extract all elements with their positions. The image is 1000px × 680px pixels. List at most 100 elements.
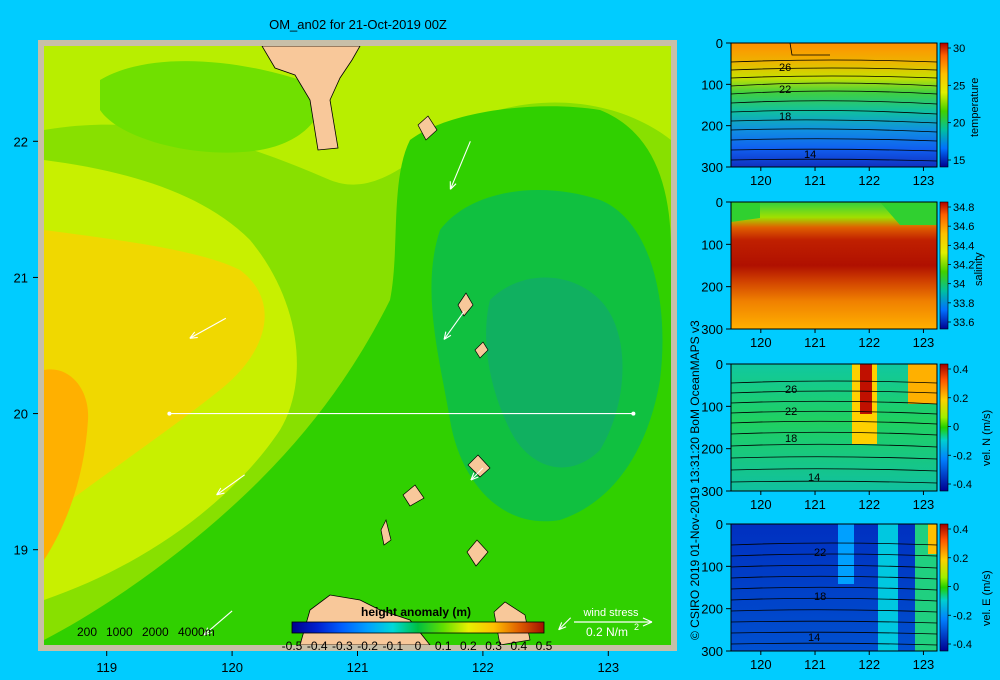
section-x-tick-label: 123 [913,497,935,512]
velocity-north-colorbar-label: vel. N (m/s) [981,410,993,466]
section-x-tick-label: 120 [750,657,772,672]
velocity-north-contour-label: 14 [808,472,820,484]
section-x-tick-label: 120 [750,497,772,512]
map-y-tick-label: 22 [14,134,28,149]
colorbar-tick-label: 0 [953,582,959,594]
section-x-tick-label: 120 [750,335,772,350]
section-x-tick-label: 122 [858,335,880,350]
section-y-tick-label: 100 [701,559,723,574]
section-y-tick-label: 0 [716,357,723,372]
salinity-colorbar-label: salinity [973,252,985,286]
figure: OM_an02 for 21-Oct-2019 00Z 119 120 121 … [14,17,993,675]
colorbar-tick-label: 15 [953,155,965,167]
section-y-tick-label: 200 [701,442,723,457]
velocity-east-colorbar-label: vel. E (m/s) [981,570,993,626]
colorbar-tick-label: 33.8 [953,298,974,310]
colorbar-tick-label: 0.4 [953,524,968,536]
sla-colorbar-tick-label: -0.5 [282,639,303,653]
section-x-tick-label: 121 [804,173,826,188]
section-y-tick-label: 0 [716,195,723,210]
depth-legend-1000: 1000 [106,625,133,639]
map-x-axis: 119 120 121 122 123 [96,651,619,675]
colorbar-tick-label: 0.2 [953,553,968,565]
section-x-tick-label: 121 [804,335,826,350]
velocity-north-field [731,364,937,491]
velocity-north-contour-label: 26 [785,384,797,396]
colorbar-tick-label: 0.2 [953,393,968,405]
section-y-tick-label: 200 [701,280,723,295]
chart-title: OM_an02 for 21-Oct-2019 00Z [269,17,447,32]
section-y-tick-label: 300 [701,644,723,659]
colorbar-tick-label: 20 [953,118,965,130]
credit-text: © CSIRO 2019 01-Nov-2019 13:31:20 BoM Oc… [688,320,702,640]
colorbar-tick-label: 33.6 [953,317,974,329]
colorbar-tick-label: 0 [953,422,959,434]
velocity-east-colorbar [939,523,949,652]
temperature-panel: 26 22 18 14 temperature [730,42,981,168]
map-y-tick-label: 19 [14,543,28,558]
temperature-colorbar-label: temperature [969,78,981,137]
section-y-tick-label: 200 [701,602,723,617]
colorbar-tick-label: 34.6 [953,221,974,233]
section-y-tick-label: 0 [716,517,723,532]
map-x-tick-label: 119 [96,660,117,675]
sla-colorbar-tick-label: 0.3 [485,639,502,653]
sla-colorbar-tick-label: -0.2 [357,639,378,653]
map-x-tick-label: 120 [221,660,243,675]
velocity-east-band [928,524,937,554]
map-y-axis: 22 21 20 19 [14,134,38,558]
colorbar-tick-label: -0.4 [953,479,972,491]
velocity-north-contour-label: 18 [785,433,797,445]
section-x-tick-label: 122 [858,497,880,512]
sla-colorbar-tick-label: 0 [415,639,422,653]
colorbar-tick-label: -0.2 [953,610,972,622]
velocity-north-band [908,364,937,404]
salinity-panel: salinity [730,201,985,330]
section-x-tick-label: 120 [750,173,772,188]
colorbar-tick-label: 25 [953,80,965,92]
section-line-endpoint [631,411,636,416]
section-y-tick-label: 0 [716,36,723,51]
velocity-east-contour-label: 22 [814,547,826,559]
wind-stress-value: 0.2 N/m [586,625,628,639]
depth-legend-2000: 2000 [142,625,169,639]
temperature-field [731,43,937,167]
section-y-tick-label: 300 [701,160,723,175]
temperature-colorbar [939,42,949,168]
section-x-tick-label: 122 [858,173,880,188]
velocity-north-contour-label: 22 [785,406,797,418]
section-y-tick-label: 100 [701,237,723,252]
colorbar-tick-label: 34 [953,279,965,291]
map-x-tick-label: 121 [347,660,369,675]
colorbar-tick-label: -0.4 [953,639,972,651]
colorbar-tick-label: -0.2 [953,450,972,462]
sla-colorbar-tick-label: -0.4 [307,639,328,653]
velocity-east-contour-label: 14 [808,632,820,644]
sla-colorbar-tick-label: 0.5 [536,639,553,653]
section-x-tick-label: 121 [804,497,826,512]
section-y-tick-label: 300 [701,322,723,337]
section-y-tick-label: 300 [701,484,723,499]
section-x-tick-label: 122 [858,657,880,672]
map-x-tick-label: 122 [472,660,494,675]
sla-colorbar-ticks: -0.5 -0.4 -0.3 -0.2 -0.1 0 0.1 0.2 0.3 0.4 0.5 [282,639,553,653]
section-y-tick-label: 100 [701,77,723,92]
colorbar-tick-label: 34.2 [953,260,974,272]
colorbar-tick-label: 34.4 [953,240,974,252]
section-x-tick-label: 123 [913,335,935,350]
map-y-tick-label: 20 [14,407,28,422]
sla-colorbar-tick-label: 0.1 [435,639,452,653]
colorbar-tick-label: 0.4 [953,364,968,376]
section-x-tick-label: 123 [913,173,935,188]
temperature-contour-label: 14 [804,149,816,161]
temperature-contour-label: 18 [779,111,791,123]
map-panel: 119 120 121 122 123 22212019 200 1000 2000 4… [14,40,677,675]
wind-stress-exponent: 2 [634,622,639,632]
colorbar-tick-label: 34.8 [953,202,974,214]
sla-colorbar-tick-label: -0.1 [382,639,403,653]
salinity-colorbar [939,201,949,330]
velocity-east-contour-label: 18 [814,591,826,603]
colorbar-tick-label: 30 [953,43,965,55]
section-x-tick-label: 121 [804,657,826,672]
sla-colorbar-tick-label: -0.3 [332,639,353,653]
